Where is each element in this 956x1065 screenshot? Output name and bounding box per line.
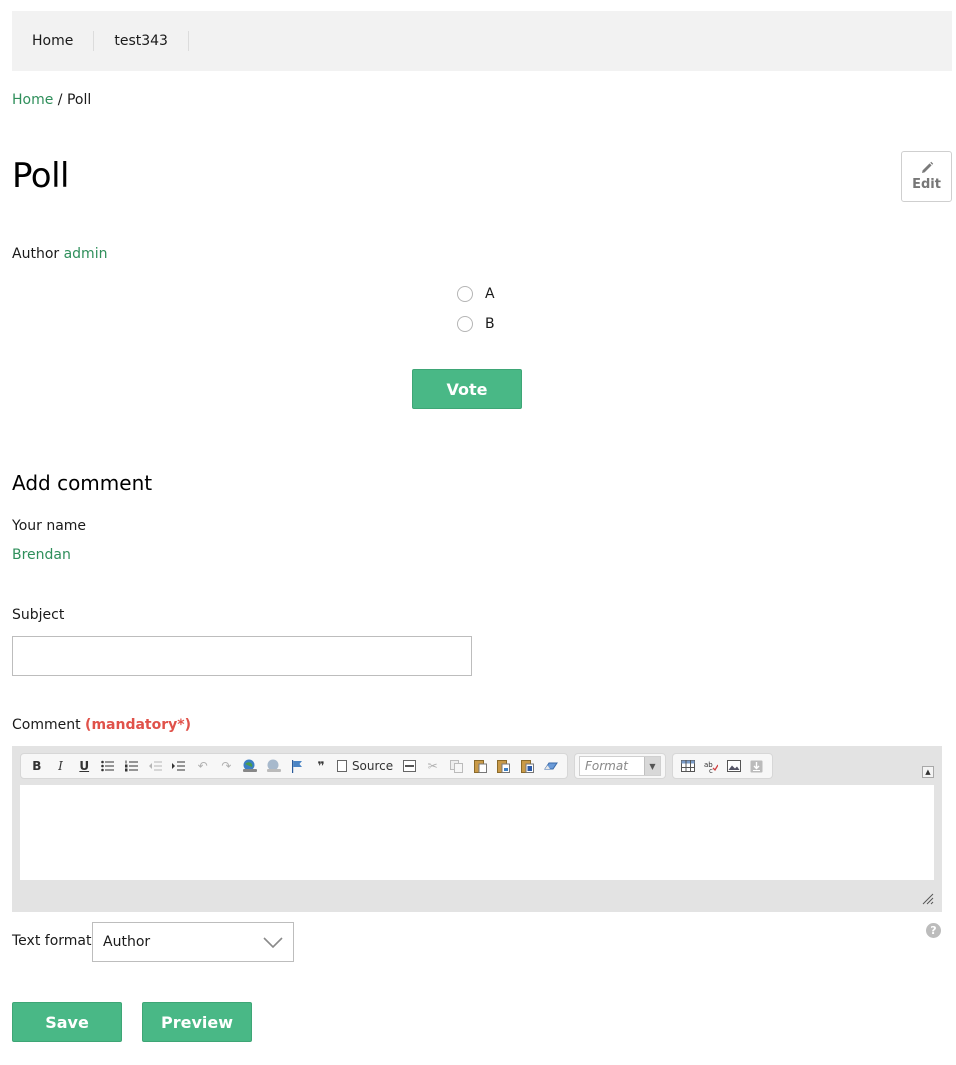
chevron-down-icon: ▼	[644, 757, 660, 775]
editor-toolbar-format: Format ▼	[574, 753, 666, 779]
vote-button[interactable]: Vote	[412, 369, 522, 409]
indent-icon[interactable]	[167, 756, 191, 776]
author-line: Author admin	[12, 246, 107, 262]
numbered-list-icon[interactable]	[120, 756, 144, 776]
poll-choice-b[interactable]: B	[457, 309, 495, 339]
source-label: Source	[351, 759, 394, 773]
radio-button[interactable]	[457, 316, 473, 332]
subject-input[interactable]	[12, 636, 472, 676]
nav-item-home[interactable]: Home	[12, 31, 95, 51]
source-button[interactable]: Source	[333, 759, 397, 773]
breadcrumb: Home / Poll	[12, 92, 91, 108]
editor-toolbar-insert: ab c	[672, 753, 773, 779]
choice-label: A	[485, 286, 495, 302]
link-icon[interactable]	[238, 756, 262, 776]
collapse-toolbar-icon[interactable]: ▲	[922, 766, 934, 778]
subject-label: Subject	[12, 607, 65, 623]
mandatory-indicator: (mandatory*)	[85, 717, 191, 733]
edit-label: Edit	[912, 177, 941, 192]
chevron-down-icon	[263, 936, 283, 948]
paste-from-word-icon[interactable]	[516, 756, 540, 776]
add-comment-heading: Add comment	[12, 471, 153, 495]
spellcheck-icon[interactable]: ab c	[700, 756, 723, 776]
poll-choice-a[interactable]: A	[457, 279, 495, 309]
text-format-value: Author	[103, 934, 151, 950]
your-name-link[interactable]: Brendan	[12, 547, 71, 563]
breadcrumb-separator: /	[53, 92, 67, 108]
svg-text:c: c	[709, 767, 713, 773]
edit-button[interactable]: Edit	[901, 151, 952, 202]
text-format-label: Text format	[12, 933, 92, 949]
cut-icon[interactable]: ✂	[421, 756, 445, 776]
author-link[interactable]: admin	[64, 246, 108, 262]
pencil-icon	[921, 161, 933, 173]
format-dropdown[interactable]: Format ▼	[579, 756, 661, 776]
image-icon[interactable]	[723, 756, 746, 776]
undo-icon[interactable]: ↶	[191, 756, 215, 776]
remove-format-eraser-icon[interactable]	[539, 756, 563, 776]
redo-icon[interactable]: ↷	[215, 756, 239, 776]
top-navigation: Home test343	[12, 11, 952, 71]
underline-icon[interactable]: U	[72, 756, 96, 776]
horizontal-rule-icon[interactable]	[397, 756, 421, 776]
your-name-label: Your name	[12, 518, 87, 534]
bold-icon[interactable]: B	[25, 756, 49, 776]
comment-label: Comment (mandatory*)	[12, 717, 191, 733]
resize-handle-icon[interactable]	[920, 891, 934, 905]
table-icon[interactable]	[677, 756, 700, 776]
save-button[interactable]: Save	[12, 1002, 122, 1042]
outdent-icon[interactable]	[143, 756, 167, 776]
text-format-select[interactable]: Author	[92, 922, 294, 962]
help-icon[interactable]: ?	[926, 923, 941, 938]
bulleted-list-icon[interactable]	[96, 756, 120, 776]
document-icon	[336, 760, 347, 772]
copy-icon[interactable]	[445, 756, 469, 776]
preview-button[interactable]: Preview	[142, 1002, 252, 1042]
radio-button[interactable]	[457, 286, 473, 302]
paste-text-icon[interactable]	[492, 756, 516, 776]
page-title: Poll	[12, 156, 70, 196]
blockquote-icon[interactable]: ❞	[309, 756, 333, 776]
breadcrumb-home-link[interactable]: Home	[12, 92, 53, 108]
rich-text-editor: B I U ↶ ↷ ❞ Source ✂ Format ▼ ab c ▲	[12, 746, 942, 912]
paste-icon[interactable]	[468, 756, 492, 776]
anchor-flag-icon[interactable]	[286, 756, 310, 776]
nav-item-test343[interactable]: test343	[94, 31, 189, 51]
italic-icon[interactable]: I	[49, 756, 73, 776]
download-icon[interactable]	[745, 756, 768, 776]
author-prefix: Author	[12, 246, 60, 262]
unlink-icon[interactable]	[262, 756, 286, 776]
editor-toolbar-main: B I U ↶ ↷ ❞ Source ✂	[20, 753, 568, 779]
poll-choices: A B	[457, 279, 495, 339]
comment-label-text: Comment	[12, 717, 81, 733]
format-placeholder: Format	[585, 759, 628, 773]
comment-editor-area[interactable]	[20, 785, 934, 880]
breadcrumb-current: Poll	[66, 92, 92, 108]
choice-label: B	[485, 316, 495, 332]
